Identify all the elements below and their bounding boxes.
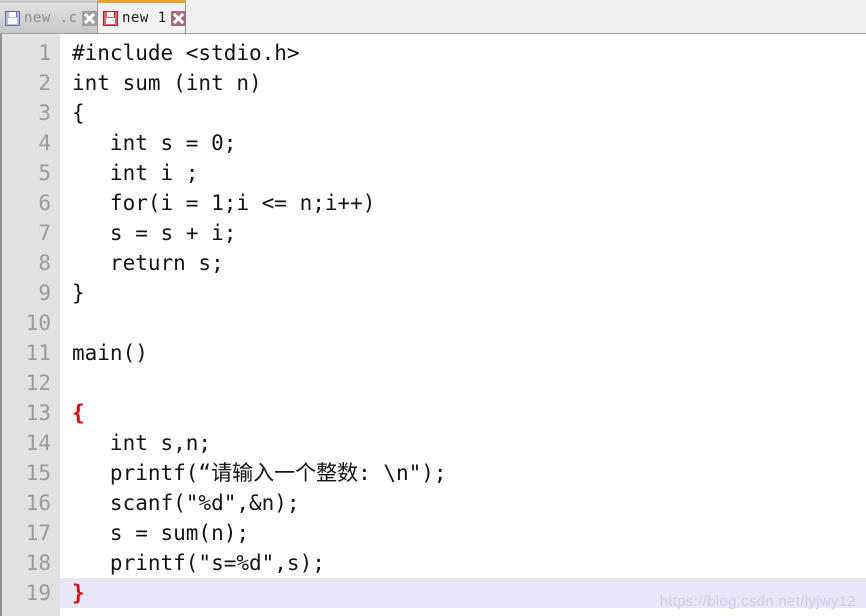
line-number: 9	[38, 281, 51, 305]
code-line[interactable]: s = sum(n);	[60, 518, 866, 548]
code-line[interactable]: int i ;	[60, 158, 866, 188]
line-number: 18	[25, 551, 51, 575]
code-line[interactable]: scanf("%d",&n);	[60, 488, 866, 518]
line-number: 12	[25, 371, 51, 395]
code-line[interactable]: s = s + i;	[60, 218, 866, 248]
tab-bar-empty-area	[186, 0, 866, 33]
line-number: 8	[38, 251, 51, 275]
line-number: 6	[38, 191, 51, 215]
line-number: 11	[25, 341, 51, 365]
code-line[interactable]	[60, 368, 866, 398]
close-x-icon[interactable]	[170, 10, 186, 26]
code-editor-window: new .c new 1 1 2 3 4 5 6 7 8 9 10 11 12 …	[0, 0, 866, 616]
tab-label: new 1	[122, 10, 167, 26]
line-number: 17	[25, 521, 51, 545]
tab-new-c[interactable]: new .c	[0, 0, 98, 33]
line-number: 4	[38, 131, 51, 155]
line-number: 19	[25, 581, 51, 605]
code-line[interactable]: int sum (int n)	[60, 68, 866, 98]
code-line[interactable]: int s = 0;	[60, 128, 866, 158]
code-line[interactable]: main()	[60, 338, 866, 368]
line-number: 1	[38, 41, 51, 65]
editor-pane: 1 2 3 4 5 6 7 8 9 10 11 12 13 14 15 16 1…	[0, 34, 866, 616]
code-line[interactable]: }	[60, 278, 866, 308]
code-line[interactable]: {	[60, 98, 866, 128]
line-number: 5	[38, 161, 51, 185]
code-line[interactable]: {	[60, 398, 866, 428]
code-line[interactable]	[60, 308, 866, 338]
tab-new-1[interactable]: new 1	[98, 0, 186, 33]
tab-bar: new .c new 1	[0, 0, 866, 34]
code-line-current[interactable]: }	[60, 578, 866, 608]
line-number: 14	[25, 431, 51, 455]
line-number: 7	[38, 221, 51, 245]
code-line[interactable]: return s;	[60, 248, 866, 278]
code-line[interactable]: int s,n;	[60, 428, 866, 458]
code-line[interactable]: for(i = 1;i <= n;i++)	[60, 188, 866, 218]
floppy-disk-icon	[103, 10, 118, 26]
line-number: 2	[38, 71, 51, 95]
line-number: 13	[25, 401, 51, 425]
line-number-gutter: 1 2 3 4 5 6 7 8 9 10 11 12 13 14 15 16 1…	[0, 34, 60, 616]
close-x-icon[interactable]	[81, 10, 97, 26]
code-text-area[interactable]: #include <stdio.h> int sum (int n) { int…	[60, 34, 866, 616]
tab-label: new .c	[24, 10, 78, 26]
code-line[interactable]: printf(“请输入一个整数: \n");	[60, 458, 866, 488]
line-number: 10	[25, 311, 51, 335]
code-line[interactable]: printf("s=%d",s);	[60, 548, 866, 578]
code-line[interactable]: #include <stdio.h>	[60, 38, 866, 68]
line-number: 16	[25, 491, 51, 515]
floppy-disk-icon	[5, 10, 20, 26]
line-number: 3	[38, 101, 51, 125]
line-number: 15	[25, 461, 51, 485]
